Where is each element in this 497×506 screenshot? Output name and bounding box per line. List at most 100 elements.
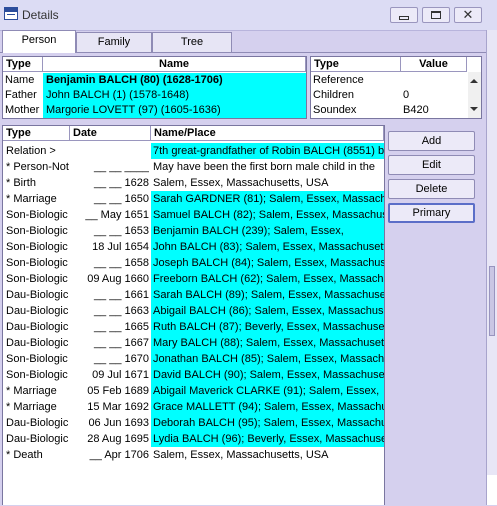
attrs-header-value[interactable]: Value xyxy=(401,57,467,72)
attrs-row-value[interactable] xyxy=(403,73,465,88)
names-row-type[interactable]: Father xyxy=(5,88,43,103)
attrs-row-value[interactable]: 0 xyxy=(403,88,465,103)
events-header-name-place[interactable]: Name/Place xyxy=(151,126,384,141)
event-name-place[interactable]: Lydia BALCH (96); Beverly, Essex, Massac… xyxy=(151,431,384,447)
event-date[interactable]: 05 Feb 1689 xyxy=(70,383,149,399)
event-date[interactable]: 09 Aug 1660 xyxy=(70,271,149,287)
event-date[interactable]: 28 Aug 1695 xyxy=(70,431,149,447)
minimize-button[interactable] xyxy=(390,7,418,23)
event-type[interactable]: Dau-Biologic xyxy=(6,287,70,303)
tab-person[interactable]: Person xyxy=(2,30,76,53)
event-name-place[interactable]: Benjamin BALCH (239); Salem, Essex, xyxy=(151,223,384,239)
attrs-header-type[interactable]: Type xyxy=(311,57,401,72)
adjacent-scrollbar[interactable] xyxy=(489,266,495,336)
attrs-row-type[interactable]: Soundex xyxy=(313,103,401,118)
scroll-down-icon[interactable] xyxy=(470,107,478,111)
events-header-date[interactable]: Date xyxy=(70,126,151,141)
edit-button[interactable]: Edit xyxy=(388,155,475,175)
event-date[interactable]: __ __ 1658 xyxy=(70,255,149,271)
event-type[interactable]: Dau-Biologic xyxy=(6,415,70,431)
event-type[interactable]: Son-Biologic xyxy=(6,367,70,383)
event-type[interactable]: Dau-Biologic xyxy=(6,335,70,351)
event-type[interactable]: Son-Biologic xyxy=(6,271,70,287)
event-type[interactable]: Dau-Biologic xyxy=(6,319,70,335)
event-name-place[interactable]: Abigail BALCH (86); Salem, Essex, Massac… xyxy=(151,303,384,319)
event-date[interactable]: __ __ 1653 xyxy=(70,223,149,239)
event-date[interactable]: 15 Mar 1692 xyxy=(70,399,149,415)
event-type[interactable]: Son-Biologic xyxy=(6,351,70,367)
event-type[interactable]: * Death xyxy=(6,447,70,463)
event-date[interactable]: __ __ 1628 xyxy=(70,175,149,191)
names-row-type[interactable]: Mother xyxy=(5,103,43,118)
event-name-place[interactable]: David BALCH (90); Salem, Essex, Massachu… xyxy=(151,367,384,383)
event-date[interactable] xyxy=(70,143,149,159)
event-name-place[interactable]: Sarah BALCH (89); Salem, Essex, Massachu… xyxy=(151,287,384,303)
close-button[interactable]: ✕ xyxy=(454,7,482,23)
attrs-row-type[interactable]: Reference xyxy=(313,73,401,88)
names-row-type[interactable]: Name xyxy=(5,73,43,88)
names-row-name[interactable]: John BALCH (1) (1578-1648) xyxy=(43,88,306,103)
event-name-place[interactable]: Abigail Maverick CLARKE (91); Salem, Ess… xyxy=(151,383,384,399)
event-date[interactable]: __ __ 1667 xyxy=(70,335,149,351)
maximize-button[interactable] xyxy=(422,7,450,23)
event-type[interactable]: * Marriage xyxy=(6,399,70,415)
event-name-place[interactable]: Salem, Essex, Massachusetts, USA xyxy=(151,447,384,463)
event-name-place[interactable]: Salem, Essex, Massachusetts, USA xyxy=(151,175,384,191)
event-type[interactable]: * Marriage xyxy=(6,191,70,207)
event-name-place[interactable]: John BALCH (83); Salem, Essex, Massachus… xyxy=(151,239,384,255)
event-name-place[interactable]: Samuel BALCH (82); Salem, Essex, Massach… xyxy=(151,207,384,223)
names-header-type[interactable]: Type xyxy=(3,57,43,72)
event-type[interactable]: * Marriage xyxy=(6,383,70,399)
event-name-place[interactable]: Jonathan BALCH (85); Salem, Essex, Massa… xyxy=(151,351,384,367)
event-name-place[interactable]: Mary BALCH (88); Salem, Essex, Massachus… xyxy=(151,335,384,351)
title-bar: Details ✕ xyxy=(0,0,497,31)
event-date[interactable]: 06 Jun 1693 xyxy=(70,415,149,431)
attrs-row-value[interactable]: B420 xyxy=(403,103,465,118)
event-date[interactable]: 09 Jul 1671 xyxy=(70,367,149,383)
event-date[interactable]: __ Apr 1706 xyxy=(70,447,149,463)
event-date[interactable]: __ __ 1650 xyxy=(70,191,149,207)
scroll-up-icon[interactable] xyxy=(470,79,478,83)
tab-family[interactable]: Family xyxy=(76,32,152,52)
event-date[interactable]: __ __ 1665 xyxy=(70,319,149,335)
delete-button[interactable]: Delete xyxy=(388,179,475,199)
event-name-place[interactable]: Ruth BALCH (87); Beverly, Essex, Massach… xyxy=(151,319,384,335)
tab-tree[interactable]: Tree xyxy=(152,32,232,52)
attrs-scrollbar[interactable] xyxy=(468,72,481,118)
event-type[interactable]: Relation > xyxy=(6,143,70,159)
attrs-row-type[interactable]: Children xyxy=(313,88,401,103)
event-name-place[interactable]: May have been the first born male child … xyxy=(151,159,384,175)
event-date[interactable]: __ __ 1670 xyxy=(70,351,149,367)
primary-button[interactable]: Primary xyxy=(388,203,475,223)
event-date[interactable]: 18 Jul 1654 xyxy=(70,239,149,255)
event-type[interactable]: Dau-Biologic xyxy=(6,303,70,319)
adjacent-window-corner xyxy=(486,475,497,505)
event-date[interactable]: __ May 1651 xyxy=(70,207,149,223)
event-type[interactable]: Dau-Biologic xyxy=(6,431,70,447)
event-name-place[interactable]: Freeborn BALCH (62); Salem, Essex, Massa… xyxy=(151,271,384,287)
event-name-place[interactable]: Joseph BALCH (84); Salem, Essex, Massach… xyxy=(151,255,384,271)
event-date[interactable]: __ __ 1663 xyxy=(70,303,149,319)
event-name-place[interactable]: Grace MALLETT (94); Salem, Essex, Massac… xyxy=(151,399,384,415)
event-date[interactable]: __ __ ____ xyxy=(70,159,149,175)
names-header-name[interactable]: Name xyxy=(43,57,306,72)
adjacent-window-edge xyxy=(486,30,497,505)
add-button[interactable]: Add xyxy=(388,131,475,151)
event-type[interactable]: * Birth xyxy=(6,175,70,191)
names-row-name[interactable]: Benjamin BALCH (80) (1628-1706) xyxy=(43,73,306,88)
event-name-place[interactable]: Sarah GARDNER (81); Salem, Essex, Massac… xyxy=(151,191,384,207)
maximize-icon xyxy=(431,11,441,19)
names-row-name[interactable]: Margorie LOVETT (97) (1605-1636) xyxy=(43,103,306,118)
tab-strip: Person Family Tree xyxy=(0,30,486,53)
event-date[interactable]: __ __ 1661 xyxy=(70,287,149,303)
event-type[interactable]: * Person-Not xyxy=(6,159,70,175)
close-icon: ✕ xyxy=(462,7,474,22)
event-type[interactable]: Son-Biologic xyxy=(6,255,70,271)
event-name-place[interactable]: 7th great-grandfather of Robin BALCH (85… xyxy=(151,143,384,159)
event-type[interactable]: Son-Biologic xyxy=(6,239,70,255)
event-name-place[interactable]: Deborah BALCH (95); Salem, Essex, Massac… xyxy=(151,415,384,431)
events-header-type[interactable]: Type xyxy=(3,126,70,141)
names-table: Type Name Name Benjamin BALCH (80) (1628… xyxy=(2,56,307,119)
event-type[interactable]: Son-Biologic xyxy=(6,223,70,239)
event-type[interactable]: Son-Biologic xyxy=(6,207,70,223)
